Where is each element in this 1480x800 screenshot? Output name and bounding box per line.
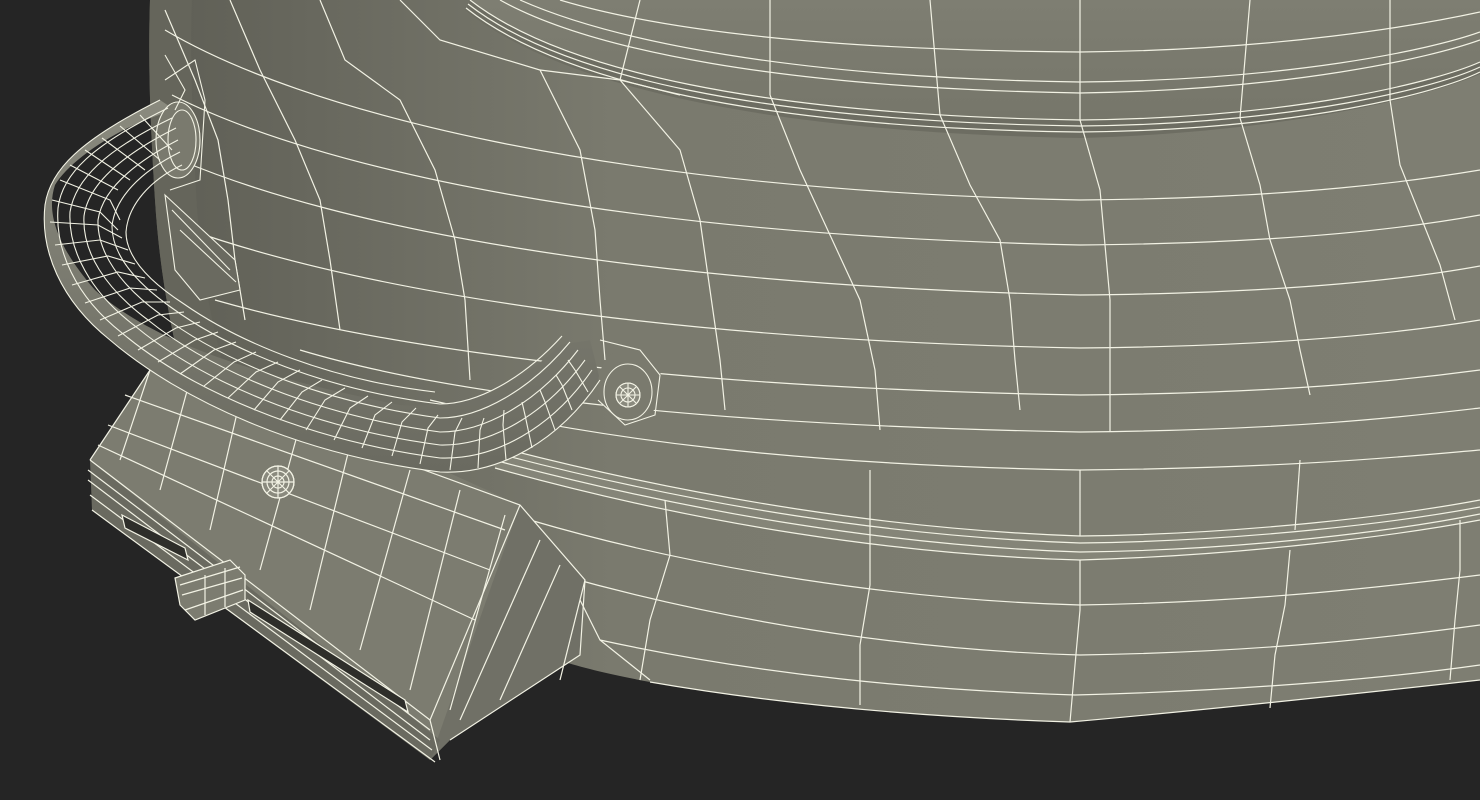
wireframe-render	[43, 0, 1480, 763]
render-viewport	[0, 0, 1480, 800]
